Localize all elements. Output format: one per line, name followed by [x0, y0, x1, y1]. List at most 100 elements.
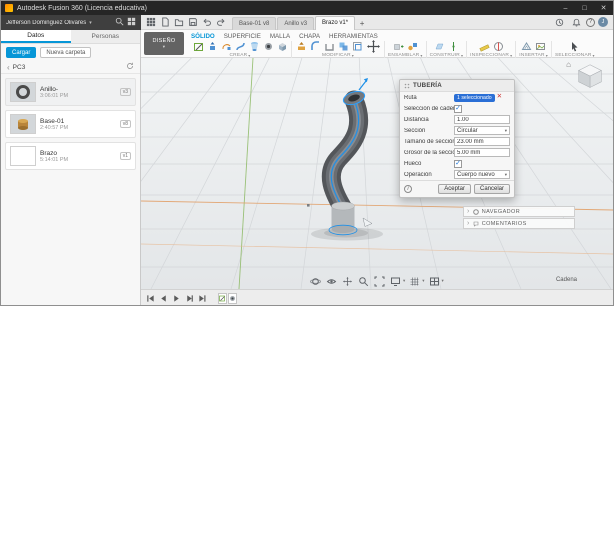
selection-badge[interactable]: 1 seleccionado	[454, 93, 495, 102]
section-size-input[interactable]	[454, 137, 510, 146]
version-badge[interactable]: v8	[119, 120, 131, 128]
hollow-checkbox[interactable]: ✓	[454, 159, 462, 168]
go-to-end-button[interactable]	[197, 293, 208, 304]
home-icon[interactable]: ⌂	[566, 61, 571, 69]
fit-icon[interactable]	[373, 275, 386, 287]
undo-icon[interactable]	[200, 16, 214, 29]
new-document-button[interactable]: +	[356, 17, 368, 30]
sweep-icon[interactable]	[234, 41, 246, 52]
hole-icon[interactable]	[262, 41, 274, 52]
list-item[interactable]: Anillo- 3:06:01 PM v3	[5, 78, 136, 106]
item-timestamp: 3:06:01 PM	[40, 92, 69, 99]
new-component-icon[interactable]	[392, 41, 404, 52]
tab-datos[interactable]: Datos	[1, 30, 71, 43]
move-copy-icon[interactable]	[365, 40, 381, 53]
list-item[interactable]: Base-01 2:40:57 PM v8	[5, 110, 136, 138]
revolve-icon[interactable]	[220, 41, 232, 52]
combine-icon[interactable]	[337, 41, 349, 52]
refresh-icon[interactable]	[126, 62, 134, 72]
view-cube[interactable]: ⌂	[566, 61, 607, 95]
info-icon[interactable]: i	[404, 185, 412, 193]
open-icon[interactable]	[172, 16, 186, 29]
insert-mesh-icon[interactable]	[521, 41, 533, 52]
operation-select[interactable]: Cuerpo nuevo ▾	[454, 170, 510, 179]
offset-face-icon[interactable]	[351, 41, 363, 52]
field-label: Sección	[404, 127, 426, 134]
section-type-select[interactable]: Circular ▾	[454, 126, 510, 135]
upload-button[interactable]: Cargar	[6, 47, 37, 58]
workspace-selector[interactable]: DISEÑO ▾	[144, 32, 184, 55]
look-at-icon[interactable]	[325, 275, 338, 287]
tab-superficie[interactable]: SUPERFICIE	[224, 33, 261, 40]
navigator-panel-collapsed[interactable]: › NAVEGADOR	[463, 206, 575, 217]
clear-selection-icon[interactable]: ✕	[497, 94, 502, 101]
distance-input[interactable]	[454, 115, 510, 124]
field-label: Selección de cadena	[404, 105, 454, 112]
3d-viewport[interactable]: ⌂ TUBERÍA Ruta 1 seleccionado ✕ Selecció…	[141, 58, 613, 289]
data-panel-toggle-icon[interactable]	[144, 16, 158, 29]
new-folder-button[interactable]: Nueva carpeta	[40, 47, 92, 58]
list-item[interactable]: Brazo 5:14:01 PM v1	[5, 142, 136, 170]
redo-icon[interactable]	[214, 16, 228, 29]
zoom-icon[interactable]	[357, 275, 370, 287]
cancel-button[interactable]: Cancelar	[473, 184, 510, 194]
section-analysis-icon[interactable]	[492, 41, 504, 52]
base-cylinder	[328, 201, 358, 236]
construction-plane-icon[interactable]	[433, 41, 445, 52]
step-forward-button[interactable]	[184, 293, 195, 304]
orbit-icon[interactable]	[309, 275, 322, 287]
notifications-icon[interactable]	[569, 16, 583, 29]
close-button[interactable]: ✕	[594, 1, 613, 15]
shell-icon[interactable]	[323, 41, 335, 52]
construction-axis-icon[interactable]	[447, 41, 459, 52]
help-icon[interactable]: ?	[586, 17, 595, 27]
tab-personas[interactable]: Personas	[71, 30, 141, 43]
create-sketch-icon[interactable]	[192, 41, 204, 52]
viewports-icon[interactable]	[428, 275, 441, 287]
dialog-footer: i Aceptar Cancelar	[400, 180, 514, 197]
version-badge[interactable]: v3	[119, 88, 131, 96]
comments-panel-collapsed[interactable]: › COMENTARIOS	[463, 218, 575, 229]
chevron-left-icon: ‹	[7, 62, 10, 72]
loft-icon[interactable]	[248, 41, 260, 52]
section-thickness-input[interactable]	[454, 148, 510, 157]
doc-tab-active[interactable]: Brazo v1*	[315, 15, 356, 30]
sketch-feature-marker[interactable]	[218, 292, 227, 304]
measure-icon[interactable]	[478, 41, 490, 52]
comment-icon	[473, 221, 479, 227]
search-icon[interactable]	[115, 17, 124, 28]
profile-avatar[interactable]: J	[598, 17, 608, 27]
tab-solido[interactable]: SÓLIDO	[191, 33, 215, 40]
title-bar: Autodesk Fusion 360 (Licencia educativa)…	[1, 1, 613, 15]
select-cursor-icon[interactable]	[569, 41, 581, 52]
grid-view-icon[interactable]	[127, 17, 136, 28]
display-settings-icon[interactable]	[389, 275, 402, 287]
step-back-button[interactable]	[158, 293, 169, 304]
extrude-icon[interactable]	[206, 41, 218, 52]
tab-malla[interactable]: MALLA	[270, 33, 290, 40]
press-pull-icon[interactable]	[295, 41, 307, 52]
go-to-start-button[interactable]	[145, 293, 156, 304]
pan-icon[interactable]	[341, 275, 354, 287]
decal-icon[interactable]	[535, 41, 547, 52]
chain-selection-checkbox[interactable]: ✓	[454, 104, 462, 113]
account-menu[interactable]: Jefferson Dominguez Olivares	[6, 20, 86, 26]
doc-tab[interactable]: Anillo v3	[277, 16, 315, 30]
play-button[interactable]	[171, 293, 182, 304]
tab-chapa[interactable]: CHAPA	[299, 33, 320, 40]
minimize-button[interactable]: –	[556, 1, 575, 15]
save-icon[interactable]	[186, 16, 200, 29]
ok-button[interactable]: Aceptar	[438, 184, 471, 194]
maximize-button[interactable]: □	[575, 1, 594, 15]
doc-tab[interactable]: Base-01 v8	[232, 16, 277, 30]
version-badge[interactable]: v1	[119, 152, 131, 160]
grid-settings-icon[interactable]	[408, 275, 421, 287]
pipe-feature-marker[interactable]	[228, 292, 237, 304]
file-menu-icon[interactable]	[158, 16, 172, 29]
dialog-header[interactable]: TUBERÍA	[400, 80, 514, 92]
project-breadcrumb[interactable]: ‹ PC3	[1, 61, 140, 74]
primitive-box-icon[interactable]	[276, 41, 288, 52]
joint-icon[interactable]	[406, 41, 418, 52]
fillet-icon[interactable]	[309, 41, 321, 52]
job-status-icon[interactable]	[552, 16, 566, 29]
